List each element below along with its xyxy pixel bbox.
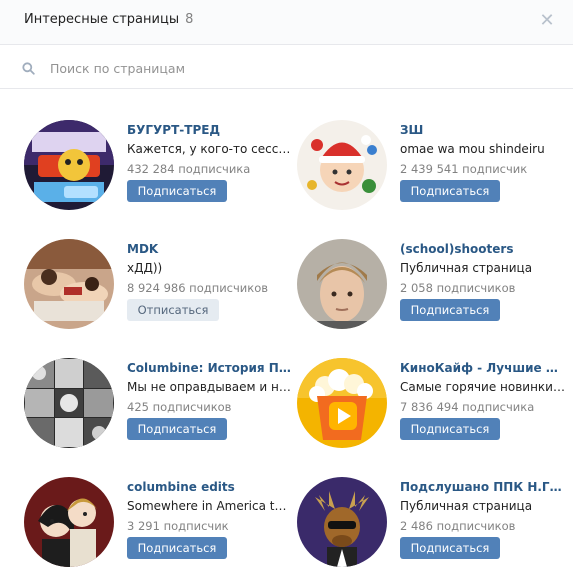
page-card: Columbine: История Пр... Мы не оправдыва… [24,358,294,458]
page-name[interactable]: ЗШ [400,122,565,138]
subscribers-count: 425 подписчиков [127,400,232,414]
page-status: Кажется, у кого-то сесси... [127,142,292,156]
subscribers-count: 8 924 986 подписчиков [127,281,269,295]
mdk-avatar[interactable] [24,239,114,329]
page-card: MDK xДД)) 8 924 986 подписчиков Отписать… [24,239,294,339]
bugurt-avatar[interactable] [24,120,114,210]
page-status: Мы не оправдываем и не ... [127,380,292,394]
santa-hat-avatar[interactable] [297,120,387,210]
modal-title-text: Интересные страницы [24,12,180,27]
subscribers-count: 432 284 подписчика [127,162,251,176]
page-name[interactable]: КиноКайф - Лучшие фи... [400,360,565,376]
page-status: Публичная страница [400,261,533,275]
subscribers-count: 7 836 494 подписчика [400,400,535,414]
subscribers-count: 2 486 подписчиков [400,519,516,533]
page-name[interactable]: MDK [127,241,292,257]
search-input[interactable] [48,56,532,80]
page-card: Подслушано ППК Н.Г. С... Публичная стран… [297,477,567,577]
subscribe-button[interactable]: Подписаться [400,418,500,440]
page-status: Самые горячие новинки т... [400,380,565,394]
anime-avatar[interactable] [24,477,114,567]
modal-header: Интересные страницы 8 ✕ [0,0,573,45]
page-card: БУГУРТ-ТРЕД Кажется, у кого-то сесси... … [24,120,294,220]
page-status: xДД)) [127,261,163,275]
page-name[interactable]: (school)shooters [400,241,565,257]
page-name[interactable]: columbine edits [127,479,292,495]
page-card: columbine edits Somewhere in America tw.… [24,477,294,577]
modal-title: Интересные страницы 8 [24,12,193,27]
popcorn-avatar[interactable] [297,358,387,448]
portrait-avatar[interactable] [297,239,387,329]
collage-avatar[interactable] [24,358,114,448]
subscribe-button[interactable]: Подписаться [400,180,500,202]
subscribe-button[interactable]: Подписаться [400,299,500,321]
subscribe-button[interactable]: Подписаться [127,180,227,202]
page-card: КиноКайф - Лучшие фи... Самые горячие но… [297,358,567,458]
unsubscribe-button[interactable]: Отписаться [127,299,219,321]
subscribe-button[interactable]: Подписаться [127,537,227,559]
subscribers-count: 2 058 подписчиков [400,281,516,295]
page-status: Somewhere in America tw... [127,499,292,513]
subscribe-button[interactable]: Подписаться [127,418,227,440]
page-name[interactable]: БУГУРТ-ТРЕД [127,122,292,138]
subscribers-count: 2 439 541 подписчик [400,162,528,176]
subscribers-count: 3 291 подписчик [127,519,229,533]
page-card: (school)shooters Публичная страница 2 05… [297,239,567,339]
search-bar [0,45,573,89]
subscribe-button[interactable]: Подписаться [400,537,500,559]
page-name[interactable]: Подслушано ППК Н.Г. С... [400,479,565,495]
search-icon [22,60,35,79]
page-name[interactable]: Columbine: История Пр... [127,360,292,376]
page-status: omae wa mou shindeiru [400,142,545,156]
page-status: Публичная страница [400,499,533,513]
page-card: ЗШ omae wa mou shindeiru 2 439 541 подпи… [297,120,567,220]
pages-count: 8 [185,12,194,27]
pages-grid: БУГУРТ-ТРЕД Кажется, у кого-то сесси... … [0,89,573,576]
close-icon[interactable]: ✕ [539,12,555,30]
moose-avatar[interactable] [297,477,387,567]
